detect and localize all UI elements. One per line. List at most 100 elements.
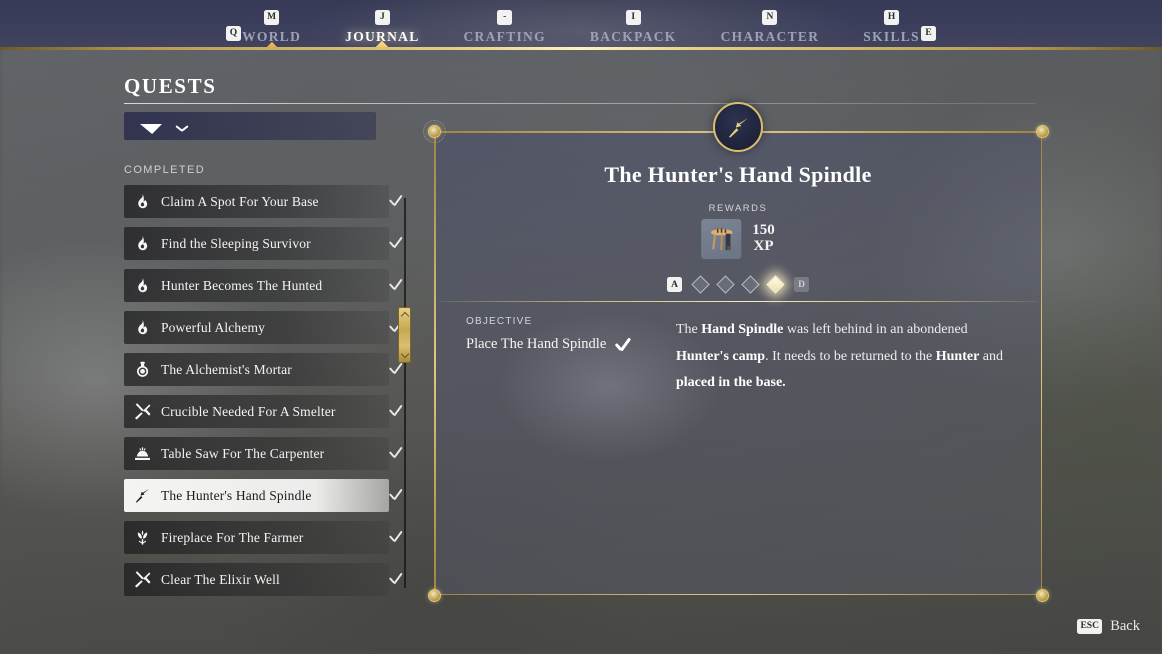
quest-list-item[interactable]: The Hunter's Hand Spindle [124, 479, 389, 512]
nav-tab-list: M WORLD J JOURNAL - CRAFTING I BACKPACK N CHARACT… [0, 0, 1162, 50]
list-scrollbar-track[interactable] [404, 198, 406, 588]
quest-item-label: The Alchemist's Mortar [161, 361, 292, 377]
reward-entry: 150 XP [701, 219, 775, 259]
quest-item-label: Fireplace For The Farmer [161, 529, 304, 545]
reward-amount: 150 XP [752, 222, 775, 255]
nav-next-key-hint[interactable]: E [921, 26, 936, 42]
spinning-wheel-icon [710, 227, 732, 250]
quest-rows: Claim A Spot For Your Base Find the Sleep… [124, 185, 396, 596]
quest-detail-panel: The Hunter's Hand Spindle REWARDS 150 XP… [422, 102, 1049, 602]
crucible-icon [132, 402, 152, 422]
objective-row: Place The Hand Spindle [466, 336, 671, 353]
flame-icon [132, 234, 152, 254]
key-e: E [921, 26, 936, 41]
quest-item-label: Claim A Spot For Your Base [161, 193, 319, 209]
quest-list-item[interactable]: Table Saw For The Carpenter [124, 437, 389, 470]
quest-item-label: Clear The Elixir Well [161, 571, 280, 587]
panel-border-left [434, 131, 436, 595]
quest-item-label: Find the Sleeping Survivor [161, 235, 311, 251]
page-dot-2[interactable] [716, 275, 735, 294]
page-dot-3[interactable] [741, 275, 760, 294]
reward-item-slot[interactable] [701, 219, 742, 259]
crucible-icon [132, 570, 152, 590]
quest-item-label: Crucible Needed For A Smelter [161, 403, 336, 419]
key-q: Q [226, 26, 241, 41]
description-text: was left behind in an abondened [783, 322, 968, 337]
description-highlight: Hand Spindle [701, 322, 784, 337]
nav-label-journal: JOURNAL [345, 29, 420, 44]
plant-icon [132, 528, 152, 548]
corner-node-top-left [422, 119, 446, 143]
quest-description: The Hand Spindle was left behind in an a… [676, 317, 1016, 397]
page-dot-4[interactable] [766, 275, 785, 294]
flame-icon [132, 192, 152, 212]
nav-tab-journal[interactable]: J JOURNAL [323, 10, 441, 45]
objective-text: Place The Hand Spindle [466, 336, 607, 352]
rewards-label: REWARDS [708, 203, 768, 214]
quest-detail-title: The Hunter's Hand Spindle [604, 162, 872, 187]
quest-item-label: Table Saw For The Carpenter [161, 445, 325, 461]
objective-label: OBJECTIVE [466, 316, 533, 327]
pager-prev-key[interactable]: A [667, 277, 682, 292]
objective-block: OBJECTIVE Place The Hand Spindle [466, 316, 671, 353]
quest-completed-check-icon [388, 235, 404, 251]
page-dot-1[interactable] [691, 275, 710, 294]
quest-list-item[interactable]: Powerful Alchemy [124, 311, 389, 344]
flame-icon [132, 276, 152, 296]
nav-key-crafting: - [497, 10, 513, 25]
nav-label-crafting: CRAFTING [463, 29, 546, 44]
nav-tab-character[interactable]: N CHARACTER [699, 10, 842, 45]
description-text: . It needs to be returned to the [765, 348, 936, 364]
nav-prev-key-hint[interactable]: Q [226, 26, 241, 42]
quest-list-panel: COMPLETED Claim A Spot For Your Base Find… [124, 112, 396, 612]
objective-check-icon [615, 336, 632, 353]
corner-node-bottom-left [427, 588, 441, 602]
top-navigation-bar: M WORLD J JOURNAL - CRAFTING I BACKPACK N CHARACT… [0, 0, 1162, 50]
nav-label-backpack: BACKPACK [589, 29, 677, 44]
nav-key-world: M [264, 10, 280, 25]
title-underline [124, 103, 1036, 104]
nav-key-skills: H [884, 10, 900, 25]
quest-journal-screen: M WORLD J JOURNAL - CRAFTING I BACKPACK N CHARACT… [0, 0, 1162, 654]
description-text: and [979, 348, 1004, 364]
quest-list-item[interactable]: The Alchemist's Mortar [124, 353, 389, 386]
quest-list-item[interactable]: Crucible Needed For A Smelter [124, 395, 389, 428]
description-highlight: Hunter's camp [676, 348, 766, 364]
quest-completed-check-icon [388, 277, 404, 293]
flame-icon [132, 318, 152, 338]
quest-list-item[interactable]: Fireplace For The Farmer [124, 521, 389, 554]
nav-tab-backpack[interactable]: I BACKPACK [568, 10, 699, 45]
quest-completed-check-icon [388, 193, 404, 209]
quest-list-item[interactable]: Clear The Elixir Well [124, 563, 389, 596]
quest-completed-check-icon [388, 529, 404, 545]
nav-key-journal: J [374, 10, 390, 25]
nav-tab-crafting[interactable]: - CRAFTING [442, 10, 568, 45]
quest-completed-check-icon [388, 361, 404, 377]
mortar-icon [132, 360, 152, 380]
page-indicator: AD [434, 275, 1042, 294]
corner-node-top-right [1035, 124, 1049, 138]
collapsed-section-header[interactable] [124, 112, 376, 140]
quest-item-label: The Hunter's Hand Spindle [161, 487, 312, 503]
section-fragment [140, 124, 162, 134]
quest-completed-check-icon [388, 487, 404, 503]
nav-key-character: N [762, 10, 778, 25]
spindle-icon [728, 117, 748, 138]
list-scrollbar-thumb[interactable] [398, 307, 411, 363]
quest-completed-check-icon [388, 445, 404, 461]
quest-list-item[interactable]: Find the Sleeping Survivor [124, 227, 389, 260]
nav-label-world: WORLD [242, 29, 302, 44]
description-highlight: placed in the base. [676, 375, 786, 390]
reward-value: 150 [752, 222, 775, 239]
panel-border-bottom [434, 593, 1042, 595]
spindle-icon [132, 486, 152, 506]
quest-list-item[interactable]: Claim A Spot For Your Base [124, 185, 389, 218]
nav-label-skills: SKILLS [863, 29, 920, 44]
page-title: QUESTS [124, 74, 217, 98]
key-esc: ESC [1077, 619, 1103, 634]
pager-next-key[interactable]: D [794, 277, 809, 292]
quest-list-item[interactable]: Hunter Becomes The Hunted [124, 269, 389, 302]
quest-completed-check-icon [388, 571, 404, 587]
back-button[interactable]: ESC Back [1077, 618, 1140, 635]
nav-key-backpack: I [625, 10, 641, 25]
